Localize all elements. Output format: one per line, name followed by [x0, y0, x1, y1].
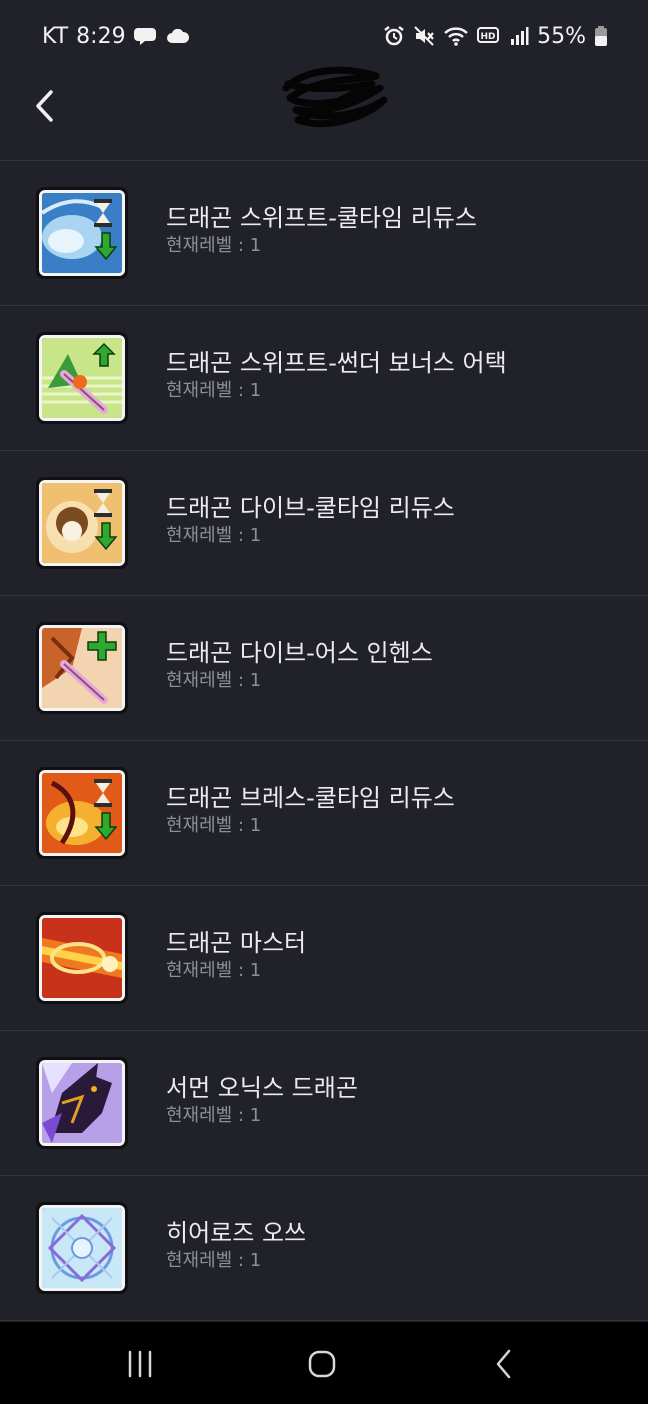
back-icon — [496, 1349, 511, 1379]
skill-name: 드래곤 스위프트-썬더 보너스 어택 — [166, 349, 507, 377]
skill-name: 드래곤 다이브-쿨타임 리듀스 — [166, 494, 455, 522]
skill-level: 현재레벨 : 1 — [166, 235, 262, 256]
recent-apps-icon — [128, 1350, 152, 1378]
skill-level: 현재레벨 : 1 — [166, 960, 262, 981]
nav-back-button[interactable] — [474, 1342, 534, 1386]
chat-bubble-icon — [133, 25, 158, 47]
battery-icon — [594, 25, 608, 47]
skill-list: 드래곤 스위프트-쿨타임 리듀스 현재레벨 : 1 드래곤 스위프트-썬더 보너… — [0, 161, 648, 1321]
title-redaction-scribble — [282, 66, 388, 127]
skill-name: 드래곤 마스터 — [166, 929, 307, 957]
skill-row[interactable]: 드래곤 스위프트-쿨타임 리듀스 현재레벨 : 1 — [0, 161, 648, 306]
onyx-dragon-icon — [36, 1057, 128, 1149]
recent-apps-button[interactable] — [110, 1342, 170, 1386]
skill-row[interactable]: 서먼 오닉스 드래곤 현재레벨 : 1 — [0, 1031, 648, 1176]
wifi-icon — [443, 25, 469, 47]
dragon-swift-cooldown-icon — [36, 187, 128, 279]
skill-level: 현재레벨 : 1 — [166, 1250, 262, 1271]
home-icon — [308, 1350, 336, 1378]
cloud-icon — [166, 27, 190, 45]
skill-name: 드래곤 다이브-어스 인헨스 — [166, 639, 433, 667]
svg-text:HD: HD — [481, 32, 496, 42]
dragon-dive-earth-icon — [36, 622, 128, 714]
home-button[interactable] — [292, 1342, 352, 1386]
app-header — [0, 66, 648, 161]
skill-level: 현재레벨 : 1 — [166, 815, 262, 836]
skill-level: 현재레벨 : 1 — [166, 1105, 262, 1126]
skill-level: 현재레벨 : 1 — [166, 525, 262, 546]
skill-name: 드래곤 브레스-쿨타임 리듀스 — [166, 784, 455, 812]
skill-row[interactable]: 드래곤 브레스-쿨타임 리듀스 현재레벨 : 1 — [0, 741, 648, 886]
skill-level: 현재레벨 : 1 — [166, 670, 262, 691]
skill-name: 드래곤 스위프트-쿨타임 리듀스 — [166, 204, 477, 232]
skill-row[interactable]: 드래곤 다이브-어스 인헨스 현재레벨 : 1 — [0, 596, 648, 741]
alarm-icon — [383, 25, 405, 47]
mute-icon — [413, 25, 435, 47]
status-right: HD 55% — [383, 24, 608, 49]
back-button[interactable] — [26, 86, 62, 126]
system-nav-bar — [0, 1322, 648, 1404]
status-left: KT 8:29 — [42, 24, 190, 49]
heroes-oath-icon — [36, 1202, 128, 1294]
dragon-master-icon — [36, 912, 128, 1004]
dragon-dive-cooldown-icon — [36, 477, 128, 569]
chevron-left-icon — [36, 90, 53, 122]
skill-row[interactable]: 드래곤 다이브-쿨타임 리듀스 현재레벨 : 1 — [0, 451, 648, 596]
signal-icon — [509, 26, 529, 46]
dragon-breath-cooldown-icon — [36, 767, 128, 859]
skill-row[interactable]: 드래곤 마스터 현재레벨 : 1 — [0, 886, 648, 1031]
clock: 8:29 — [76, 23, 126, 49]
battery-percent: 55% — [537, 23, 586, 49]
carrier-label: KT — [42, 23, 69, 49]
skill-name: 서먼 오닉스 드래곤 — [166, 1074, 358, 1102]
skill-row[interactable]: 히어로즈 오쓰 현재레벨 : 1 — [0, 1176, 648, 1321]
skill-row[interactable]: 드래곤 스위프트-썬더 보너스 어택 현재레벨 : 1 — [0, 306, 648, 451]
dragon-swift-thunder-icon — [36, 332, 128, 424]
skill-level: 현재레벨 : 1 — [166, 380, 262, 401]
hd-icon: HD — [477, 25, 501, 47]
skill-name: 히어로즈 오쓰 — [166, 1219, 307, 1247]
